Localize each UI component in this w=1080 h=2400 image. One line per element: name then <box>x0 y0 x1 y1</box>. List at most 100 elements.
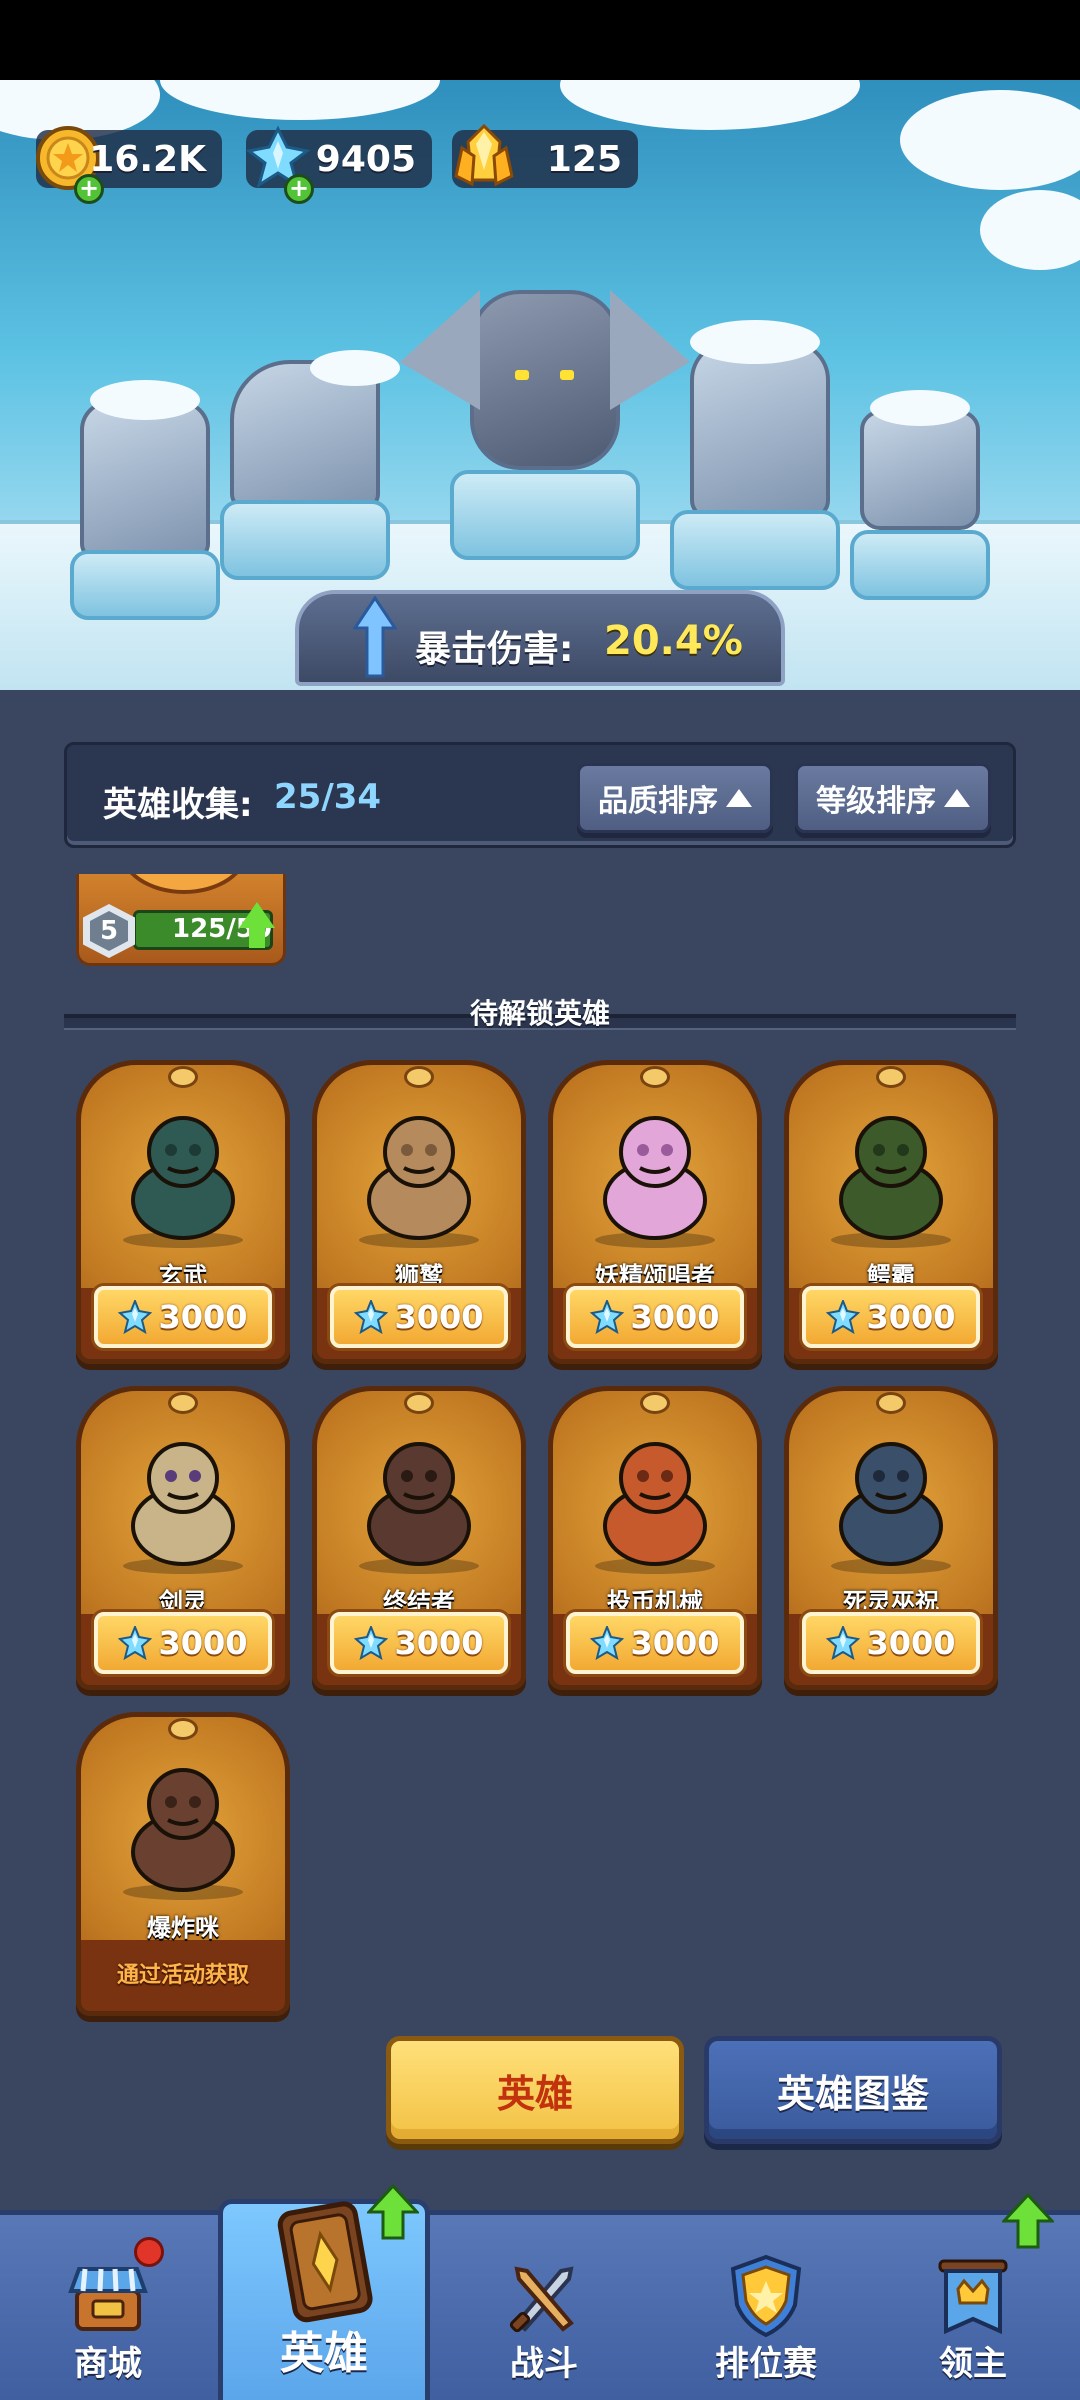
nav-item-battle[interactable]: 战斗 <box>436 2215 652 2400</box>
locked-hero-card[interactable]: 终结者 3000 <box>312 1386 526 1690</box>
crystal-counter[interactable]: + 9405 <box>245 125 432 204</box>
locked-hero-card[interactable]: 爆炸咪 通过活动获取 <box>76 1712 290 2016</box>
unlock-price-button[interactable]: 3000 <box>566 1612 744 1674</box>
notification-dot-icon <box>134 2237 164 2267</box>
gold-value: 16.2K <box>89 138 206 180</box>
card-top-gem-icon <box>640 1392 670 1414</box>
card-top-gem-icon <box>876 1392 906 1414</box>
unlock-price: 3000 <box>394 1298 484 1336</box>
card-top-gem-icon <box>168 1066 198 1088</box>
crossed-swords-icon <box>509 2266 574 2333</box>
hero-codex-button[interactable]: 英雄图鉴 <box>704 2036 1002 2144</box>
ranked-shield-icon <box>730 2254 802 2338</box>
heroes-tab-button[interactable]: 英雄 <box>386 2036 684 2144</box>
hero-card-icon <box>277 2201 373 2323</box>
blue-crystal-icon <box>826 1626 861 1660</box>
hero-portrait-icon <box>123 1116 243 1248</box>
nav-item-shop[interactable]: 商城 <box>0 2215 216 2400</box>
upgrade-arrow-icon <box>367 2184 419 2240</box>
blue-crystal-icon <box>590 1626 625 1660</box>
locked-heroes-title: 待解锁英雄 <box>469 997 610 1030</box>
nav-item-lord[interactable]: 领主 <box>866 2193 1080 2400</box>
hero-portrait-icon <box>595 1116 715 1248</box>
card-emblem <box>119 874 249 894</box>
add-crystal-icon[interactable]: + <box>284 174 314 204</box>
gem-value: 125 <box>546 138 622 180</box>
locked-hero-card[interactable]: 剑灵 3000 <box>76 1386 290 1690</box>
nav-label-battle: 战斗 <box>510 2344 578 2384</box>
card-top-gem-icon <box>404 1066 434 1088</box>
status-bar <box>0 0 1080 80</box>
hero-portrait-icon <box>831 1116 951 1248</box>
shop-icon <box>68 2267 148 2331</box>
hero-portrait-icon <box>123 1442 243 1574</box>
card-top-gem-icon <box>404 1392 434 1414</box>
lord-banner-icon <box>938 2259 1008 2335</box>
collection-label: 英雄收集: <box>103 785 253 825</box>
stat-up-arrow-icon <box>353 596 397 678</box>
locked-hero-card[interactable]: 鳄霸 3000 <box>784 1060 998 1364</box>
sort-by-quality-button[interactable]: 品质排序 <box>577 763 773 833</box>
level-badge: 5 <box>83 904 135 958</box>
nav-label-shop: 商城 <box>74 2344 142 2384</box>
blue-crystal-icon <box>354 1626 389 1660</box>
nav-item-ranked[interactable]: 排位赛 <box>658 2215 874 2400</box>
unlock-price: 3000 <box>866 1624 956 1662</box>
nav-label-ranked: 排位赛 <box>715 2344 817 2384</box>
gold-gem-icon <box>446 120 522 196</box>
locked-hero-card[interactable]: 妖精颂唱者 3000 <box>548 1060 762 1364</box>
unlock-price: 3000 <box>630 1624 720 1662</box>
sort-up-icon <box>726 789 752 807</box>
statue-griffin <box>200 320 400 590</box>
sort-by-level-button[interactable]: 等级排序 <box>795 763 991 833</box>
unlock-price-button[interactable]: 3000 <box>802 1612 980 1674</box>
locked-hero-card[interactable]: 狮鹫 3000 <box>312 1060 526 1364</box>
crystal-value: 9405 <box>315 138 416 180</box>
owned-hero-card[interactable]: 125/50 5 <box>76 874 286 966</box>
unlock-price-button[interactable]: 3000 <box>566 1286 744 1348</box>
unlock-price: 3000 <box>158 1624 248 1662</box>
hero-portrait-icon <box>123 1768 243 1900</box>
unlock-price: 3000 <box>866 1298 956 1336</box>
blue-crystal-icon <box>354 1300 389 1334</box>
blue-crystal-icon <box>826 1300 861 1334</box>
unlock-price-button[interactable]: 3000 <box>802 1286 980 1348</box>
card-top-gem-icon <box>876 1066 906 1088</box>
gem-counter[interactable]: 125 <box>452 123 638 188</box>
unlock-price-button[interactable]: 3000 <box>330 1286 508 1348</box>
unlock-price: 3000 <box>394 1624 484 1662</box>
statue-dragon <box>400 250 690 570</box>
nav-label-heroes: 英雄 <box>280 2328 368 2379</box>
upgrade-arrow-icon <box>1002 2193 1054 2249</box>
hero-portrait-icon <box>831 1442 951 1574</box>
bottom-nav: 商城 英雄 战斗 排位赛 领主 <box>0 2184 1080 2400</box>
unlock-price-button[interactable]: 3000 <box>330 1612 508 1674</box>
upgrade-arrow-icon <box>239 902 275 928</box>
hero-portrait-icon <box>359 1116 479 1248</box>
sort-by-level-label: 等级排序 <box>816 784 936 819</box>
card-top-gem-icon <box>640 1066 670 1088</box>
unlock-price-button[interactable]: 3000 <box>94 1286 272 1348</box>
stat-banner: 暴击伤害: 20.4% <box>295 590 785 686</box>
hero-portrait-icon <box>595 1442 715 1574</box>
sort-up-icon <box>944 789 970 807</box>
locked-hero-card[interactable]: 投币机械 3000 <box>548 1386 762 1690</box>
gold-counter[interactable]: + 16.2K <box>36 126 222 204</box>
stat-label: 暴击伤害: <box>415 629 574 670</box>
unlock-price: 3000 <box>630 1298 720 1336</box>
collection-panel: 英雄收集: 25/34 品质排序 等级排序 <box>64 742 1016 848</box>
blue-crystal-icon <box>118 1626 153 1660</box>
event-unlock-label: 通过活动获取 <box>116 1963 249 1988</box>
statue-slot-machine <box>830 380 1010 620</box>
nav-item-heroes[interactable]: 英雄 <box>218 2184 430 2400</box>
locked-hero-card[interactable]: 玄武 3000 <box>76 1060 290 1364</box>
unlock-price: 3000 <box>158 1298 248 1336</box>
level-value: 5 <box>99 916 119 946</box>
card-top-gem-icon <box>168 1718 198 1740</box>
stat-value: 20.4% <box>604 618 743 664</box>
unlock-price-button[interactable]: 3000 <box>94 1612 272 1674</box>
collection-count: 25/34 <box>274 777 382 817</box>
locked-hero-card[interactable]: 死灵巫祝 3000 <box>784 1386 998 1690</box>
nav-label-lord: 领主 <box>939 2344 1007 2384</box>
hero-portrait-icon <box>359 1442 479 1574</box>
